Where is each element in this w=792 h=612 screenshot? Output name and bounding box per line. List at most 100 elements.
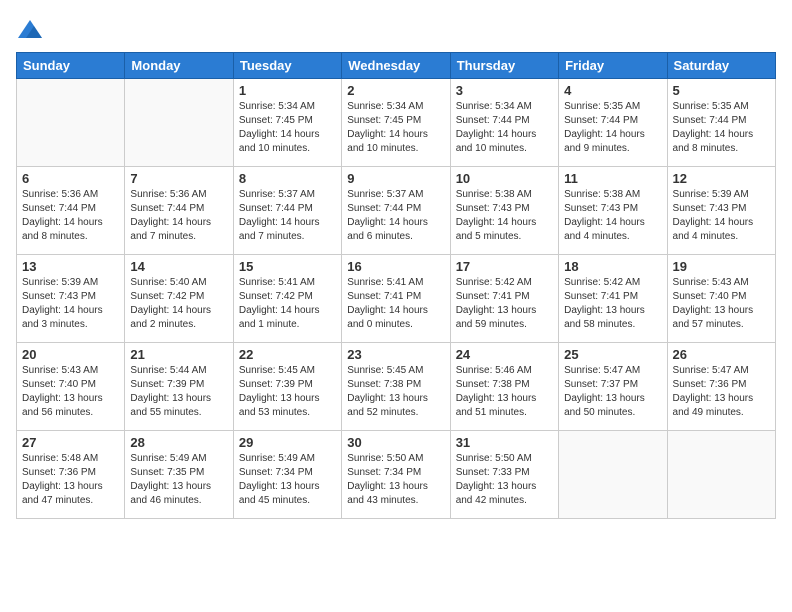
day-cell: 20Sunrise: 5:43 AM Sunset: 7:40 PM Dayli… [17, 343, 125, 431]
day-number: 31 [456, 435, 553, 450]
day-info: Sunrise: 5:35 AM Sunset: 7:44 PM Dayligh… [673, 100, 770, 156]
day-cell: 17 Sunrise: 5:42 AM Sunset: 7:41 PM Dayli… [450, 255, 558, 343]
day-cell [125, 79, 233, 167]
day-cell: 18 Sunrise: 5:42 AM Sunset: 7:41 PM Dayli… [559, 255, 667, 343]
calendar-header-row: SundayMondayTuesdayWednesdayThursdayFrid… [17, 53, 776, 79]
day-header-wednesday: Wednesday [342, 53, 450, 79]
day-info: Sunrise: 5:34 AM Sunset: 7:44 PM Dayligh… [456, 100, 553, 156]
day-cell: 24 Sunrise: 5:46 AM Sunset: 7:38 PM Dayli… [450, 343, 558, 431]
day-cell: 5 Sunrise: 5:35 AM Sunset: 7:44 PM Daylig… [667, 79, 775, 167]
week-row-4: 20Sunrise: 5:43 AM Sunset: 7:40 PM Dayli… [17, 343, 776, 431]
day-cell: 2 Sunrise: 5:34 AM Sunset: 7:45 PM Daylig… [342, 79, 450, 167]
day-number: 26 [673, 347, 770, 362]
logo-icon [16, 16, 44, 44]
day-cell: 23 Sunrise: 5:45 AM Sunset: 7:38 PM Dayli… [342, 343, 450, 431]
logo [16, 16, 48, 44]
day-info: Sunrise: 5:47 AM Sunset: 7:37 PM Dayligh… [564, 364, 661, 420]
day-info: Sunrise: 5:50 AM Sunset: 7:34 PM Dayligh… [347, 452, 444, 508]
day-cell: 9 Sunrise: 5:37 AM Sunset: 7:44 PM Daylig… [342, 167, 450, 255]
day-number: 3 [456, 83, 553, 98]
day-number: 1 [239, 83, 336, 98]
day-info: Sunrise: 5:42 AM Sunset: 7:41 PM Dayligh… [456, 276, 553, 332]
day-number: 23 [347, 347, 444, 362]
day-info: Sunrise: 5:39 AM Sunset: 7:43 PM Dayligh… [22, 276, 119, 332]
day-info: Sunrise: 5:47 AM Sunset: 7:36 PM Dayligh… [673, 364, 770, 420]
day-number: 15 [239, 259, 336, 274]
day-cell: 28 Sunrise: 5:49 AM Sunset: 7:35 PM Dayli… [125, 431, 233, 519]
day-cell: 8 Sunrise: 5:37 AM Sunset: 7:44 PM Daylig… [233, 167, 341, 255]
day-info: Sunrise: 5:43 AM Sunset: 7:40 PM Dayligh… [673, 276, 770, 332]
day-cell: 12Sunrise: 5:39 AM Sunset: 7:43 PM Dayli… [667, 167, 775, 255]
day-number: 24 [456, 347, 553, 362]
day-cell: 19 Sunrise: 5:43 AM Sunset: 7:40 PM Dayli… [667, 255, 775, 343]
day-number: 18 [564, 259, 661, 274]
day-cell: 4 Sunrise: 5:35 AM Sunset: 7:44 PM Daylig… [559, 79, 667, 167]
day-number: 11 [564, 171, 661, 186]
day-info: Sunrise: 5:45 AM Sunset: 7:39 PM Dayligh… [239, 364, 336, 420]
day-cell: 7Sunrise: 5:36 AM Sunset: 7:44 PM Daylig… [125, 167, 233, 255]
day-cell: 31 Sunrise: 5:50 AM Sunset: 7:33 PM Dayli… [450, 431, 558, 519]
week-row-5: 27 Sunrise: 5:48 AM Sunset: 7:36 PM Dayli… [17, 431, 776, 519]
day-info: Sunrise: 5:37 AM Sunset: 7:44 PM Dayligh… [239, 188, 336, 244]
day-number: 2 [347, 83, 444, 98]
day-number: 10 [456, 171, 553, 186]
day-info: Sunrise: 5:49 AM Sunset: 7:35 PM Dayligh… [130, 452, 227, 508]
day-number: 9 [347, 171, 444, 186]
day-info: Sunrise: 5:35 AM Sunset: 7:44 PM Dayligh… [564, 100, 661, 156]
day-cell: 13Sunrise: 5:39 AM Sunset: 7:43 PM Dayli… [17, 255, 125, 343]
day-cell: 14 Sunrise: 5:40 AM Sunset: 7:42 PM Dayli… [125, 255, 233, 343]
day-info: Sunrise: 5:36 AM Sunset: 7:44 PM Dayligh… [22, 188, 119, 244]
day-cell: 29 Sunrise: 5:49 AM Sunset: 7:34 PM Dayli… [233, 431, 341, 519]
day-header-saturday: Saturday [667, 53, 775, 79]
day-cell: 11Sunrise: 5:38 AM Sunset: 7:43 PM Dayli… [559, 167, 667, 255]
day-info: Sunrise: 5:36 AM Sunset: 7:44 PM Dayligh… [130, 188, 227, 244]
day-info: Sunrise: 5:45 AM Sunset: 7:38 PM Dayligh… [347, 364, 444, 420]
day-number: 21 [130, 347, 227, 362]
day-cell: 6 Sunrise: 5:36 AM Sunset: 7:44 PM Daylig… [17, 167, 125, 255]
day-cell: 22 Sunrise: 5:45 AM Sunset: 7:39 PM Dayli… [233, 343, 341, 431]
day-cell: 1Sunrise: 5:34 AM Sunset: 7:45 PM Daylig… [233, 79, 341, 167]
day-info: Sunrise: 5:37 AM Sunset: 7:44 PM Dayligh… [347, 188, 444, 244]
day-info: Sunrise: 5:44 AM Sunset: 7:39 PM Dayligh… [130, 364, 227, 420]
day-info: Sunrise: 5:38 AM Sunset: 7:43 PM Dayligh… [456, 188, 553, 244]
day-info: Sunrise: 5:42 AM Sunset: 7:41 PM Dayligh… [564, 276, 661, 332]
day-cell [17, 79, 125, 167]
day-number: 17 [456, 259, 553, 274]
page-header [16, 16, 776, 44]
day-number: 14 [130, 259, 227, 274]
calendar-table: SundayMondayTuesdayWednesdayThursdayFrid… [16, 52, 776, 519]
day-number: 29 [239, 435, 336, 450]
day-cell [667, 431, 775, 519]
day-number: 25 [564, 347, 661, 362]
day-number: 27 [22, 435, 119, 450]
day-cell: 30Sunrise: 5:50 AM Sunset: 7:34 PM Dayli… [342, 431, 450, 519]
day-info: Sunrise: 5:48 AM Sunset: 7:36 PM Dayligh… [22, 452, 119, 508]
day-info: Sunrise: 5:41 AM Sunset: 7:41 PM Dayligh… [347, 276, 444, 332]
day-info: Sunrise: 5:50 AM Sunset: 7:33 PM Dayligh… [456, 452, 553, 508]
day-info: Sunrise: 5:39 AM Sunset: 7:43 PM Dayligh… [673, 188, 770, 244]
day-cell: 26 Sunrise: 5:47 AM Sunset: 7:36 PM Dayli… [667, 343, 775, 431]
day-number: 22 [239, 347, 336, 362]
week-row-1: 1 Sunrise: 5:34 AM Sunset: 7:45 PM Daylig… [17, 79, 776, 167]
day-number: 20 [22, 347, 119, 362]
day-header-thursday: Thursday [450, 53, 558, 79]
week-row-3: 13Sunrise: 5:39 AM Sunset: 7:43 PM Dayli… [17, 255, 776, 343]
day-info: Sunrise: 5:40 AM Sunset: 7:42 PM Dayligh… [130, 276, 227, 332]
day-number: 28 [130, 435, 227, 450]
day-cell: 15 Sunrise: 5:41 AM Sunset: 7:42 PM Dayli… [233, 255, 341, 343]
day-number: 4 [564, 83, 661, 98]
day-number: 19 [673, 259, 770, 274]
day-info: Sunrise: 5:49 AM Sunset: 7:34 PM Dayligh… [239, 452, 336, 508]
day-info: Sunrise: 5:41 AM Sunset: 7:42 PM Dayligh… [239, 276, 336, 332]
day-number: 5 [673, 83, 770, 98]
day-number: 6 [22, 171, 119, 186]
day-cell: 25 Sunrise: 5:47 AM Sunset: 7:37 PM Dayli… [559, 343, 667, 431]
day-info: Sunrise: 5:46 AM Sunset: 7:38 PM Dayligh… [456, 364, 553, 420]
day-cell: 3 Sunrise: 5:34 AM Sunset: 7:44 PM Daylig… [450, 79, 558, 167]
day-info: Sunrise: 5:34 AM Sunset: 7:45 PM Dayligh… [347, 100, 444, 156]
day-number: 16 [347, 259, 444, 274]
week-row-2: 6 Sunrise: 5:36 AM Sunset: 7:44 PM Daylig… [17, 167, 776, 255]
day-cell: 21 Sunrise: 5:44 AM Sunset: 7:39 PM Dayli… [125, 343, 233, 431]
day-number: 8 [239, 171, 336, 186]
day-cell: 27 Sunrise: 5:48 AM Sunset: 7:36 PM Dayli… [17, 431, 125, 519]
